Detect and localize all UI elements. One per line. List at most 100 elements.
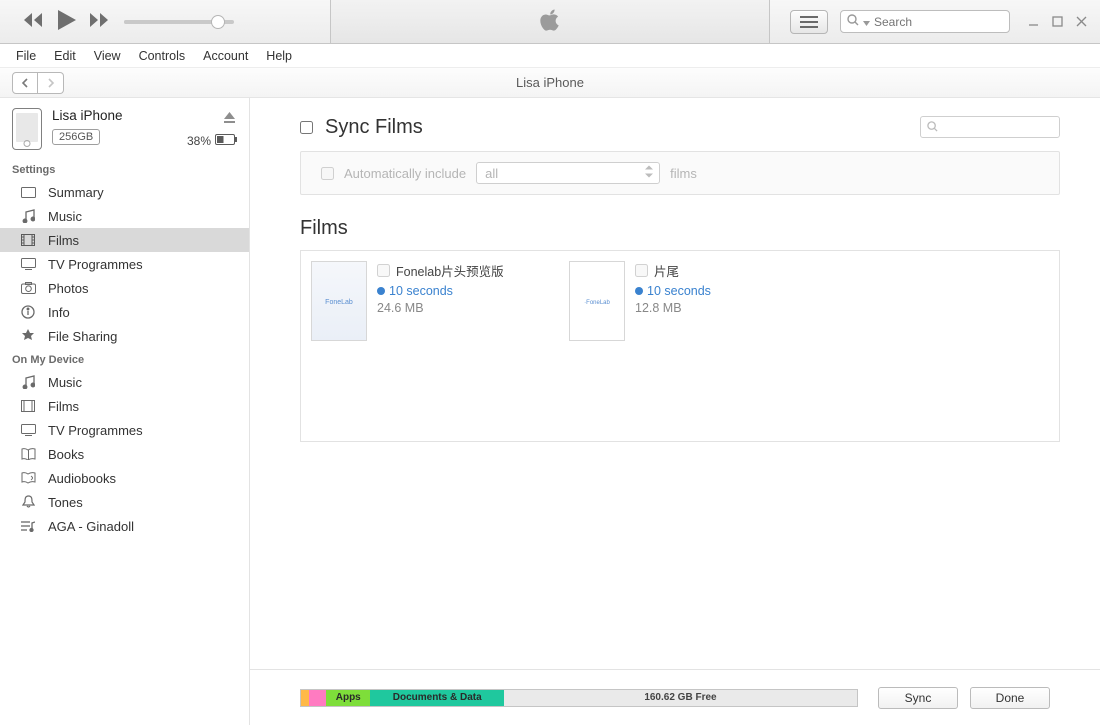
sidebar-item-od-films[interactable]: Films xyxy=(0,394,249,418)
menu-bar: File Edit View Controls Account Help xyxy=(0,44,1100,68)
apps-icon xyxy=(20,328,36,344)
sidebar-item-od-tones[interactable]: Tones xyxy=(0,490,249,514)
sidebar-item-label: Info xyxy=(48,305,70,320)
sidebar-item-music[interactable]: Music xyxy=(0,204,249,228)
center-display xyxy=(330,0,770,43)
maximize-icon[interactable] xyxy=(1050,15,1064,29)
menu-controls[interactable]: Controls xyxy=(131,46,194,66)
filter-input[interactable] xyxy=(938,120,1053,134)
film-item[interactable]: ·FoneLab 片尾 10 seconds 12.8 MB xyxy=(569,261,809,341)
bottom-buttons: Sync Done xyxy=(878,687,1050,709)
film-title: 片尾 xyxy=(654,261,679,280)
search-input[interactable] xyxy=(874,15,1003,29)
next-icon[interactable] xyxy=(90,13,110,30)
window-controls xyxy=(1026,15,1088,29)
film-size: 12.8 MB xyxy=(635,301,809,315)
sidebar-item-label: TV Programmes xyxy=(48,257,143,272)
sync-button[interactable]: Sync xyxy=(878,687,958,709)
nav-group xyxy=(12,72,64,94)
search-icon xyxy=(927,120,938,135)
books-icon xyxy=(20,446,36,462)
menu-view[interactable]: View xyxy=(86,46,129,66)
bottom-bar: Apps Documents & Data 160.62 GB Free Syn… xyxy=(250,669,1100,725)
auto-include-suffix: films xyxy=(670,166,697,181)
storage-free: 160.62 GB Free xyxy=(504,690,857,706)
playback-controls xyxy=(24,10,110,33)
sidebar-item-filesharing[interactable]: File Sharing xyxy=(0,324,249,348)
menu-edit[interactable]: Edit xyxy=(46,46,84,66)
playlist-icon xyxy=(20,518,36,534)
sidebar-item-od-music[interactable]: Music xyxy=(0,370,249,394)
film-thumbnail: ·FoneLab xyxy=(569,261,625,341)
sidebar-item-label: TV Programmes xyxy=(48,423,143,438)
close-icon[interactable] xyxy=(1074,15,1088,29)
storage-seg-docs: Documents & Data xyxy=(370,690,503,706)
eject-icon[interactable] xyxy=(224,112,235,127)
sidebar-item-films[interactable]: Films xyxy=(0,228,249,252)
top-toolbar xyxy=(0,0,1100,44)
previous-icon[interactable] xyxy=(24,13,44,30)
svg-text:·FoneLab: ·FoneLab xyxy=(584,300,610,306)
play-icon[interactable] xyxy=(58,10,76,33)
sync-heading: Sync Films xyxy=(325,116,423,139)
sidebar-item-label: Tones xyxy=(48,495,83,510)
status-dot-icon xyxy=(377,287,385,295)
battery-status: 38% xyxy=(187,134,237,148)
device-capacity: 256GB xyxy=(52,129,100,145)
film-duration: 10 seconds xyxy=(647,284,711,298)
list-view-button[interactable] xyxy=(790,10,828,34)
search-box[interactable] xyxy=(840,10,1010,33)
sidebar-item-label: Music xyxy=(48,209,82,224)
status-dot-icon xyxy=(635,287,643,295)
film-size: 24.6 MB xyxy=(377,301,551,315)
sidebar-item-label: Films xyxy=(48,399,79,414)
sidebar-item-od-tv[interactable]: TV Programmes xyxy=(0,418,249,442)
nav-forward-button[interactable] xyxy=(38,72,64,94)
bell-icon xyxy=(20,494,36,510)
nav-back-button[interactable] xyxy=(12,72,38,94)
film-checkbox xyxy=(635,264,648,277)
sidebar-item-od-audiobooks[interactable]: Audiobooks xyxy=(0,466,249,490)
sidebar-item-label: Books xyxy=(48,447,84,462)
sidebar-item-od-books[interactable]: Books xyxy=(0,442,249,466)
sidebar-item-label: Summary xyxy=(48,185,104,200)
sync-films-checkbox[interactable] xyxy=(300,121,313,134)
music-icon xyxy=(20,374,36,390)
sidebar-item-od-playlist[interactable]: AGA - Ginadoll xyxy=(0,514,249,538)
device-icon xyxy=(12,108,42,150)
chevron-updown-icon xyxy=(645,166,653,181)
apple-logo-icon xyxy=(539,7,561,36)
on-device-label: On My Device xyxy=(0,348,249,370)
search-icon xyxy=(847,14,859,29)
sidebar-item-label: AGA - Ginadoll xyxy=(48,519,134,534)
sidebar-item-tv[interactable]: TV Programmes xyxy=(0,252,249,276)
sidebar-item-summary[interactable]: Summary xyxy=(0,180,249,204)
filter-search[interactable] xyxy=(920,116,1060,138)
content: Sync Films Automatically include all fil… xyxy=(250,98,1100,725)
films-icon xyxy=(20,398,36,414)
auto-include-row: Automatically include all films xyxy=(300,151,1060,195)
done-button[interactable]: Done xyxy=(970,687,1050,709)
storage-seg-apps: Apps xyxy=(326,690,370,706)
menu-account[interactable]: Account xyxy=(195,46,256,66)
sidebar-item-info[interactable]: Info xyxy=(0,300,249,324)
svg-text:FoneLab: FoneLab xyxy=(325,299,353,306)
menu-help[interactable]: Help xyxy=(258,46,300,66)
storage-bar[interactable]: Apps Documents & Data 160.62 GB Free xyxy=(300,689,858,707)
sidebar-item-label: Audiobooks xyxy=(48,471,116,486)
sidebar-item-label: Photos xyxy=(48,281,88,296)
films-grid: FoneLab Fonelab片头预览版 10 seconds 24.6 MB … xyxy=(300,250,1060,442)
menu-file[interactable]: File xyxy=(8,46,44,66)
minimize-icon[interactable] xyxy=(1026,15,1040,29)
film-item[interactable]: FoneLab Fonelab片头预览版 10 seconds 24.6 MB xyxy=(311,261,551,341)
volume-slider[interactable] xyxy=(124,20,234,24)
sidebar-item-photos[interactable]: Photos xyxy=(0,276,249,300)
chevron-down-icon xyxy=(863,14,870,29)
film-thumbnail: FoneLab xyxy=(311,261,367,341)
auto-include-select: all xyxy=(476,162,660,184)
device-card[interactable]: Lisa iPhone 256GB 38% xyxy=(0,98,249,158)
battery-percent: 38% xyxy=(187,134,211,148)
films-icon xyxy=(20,232,36,248)
auto-include-value: all xyxy=(485,166,498,181)
device-name: Lisa iPhone xyxy=(52,108,237,123)
